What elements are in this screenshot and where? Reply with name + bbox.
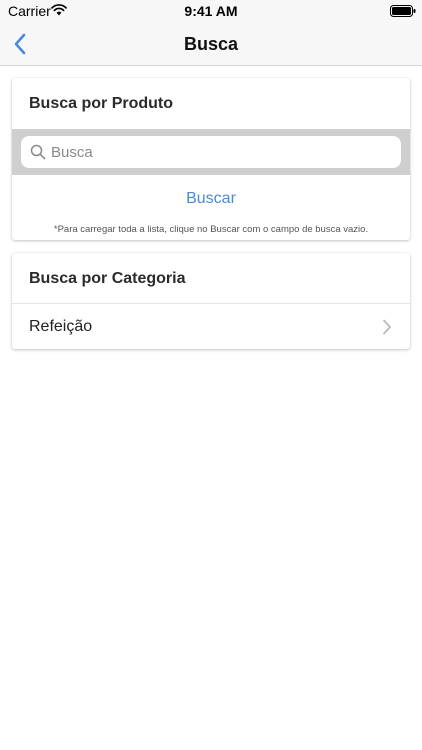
category-search-card: Busca por Categoria Refeição <box>12 253 410 349</box>
chevron-left-icon <box>14 33 26 55</box>
category-item-label: Refeição <box>29 318 93 335</box>
search-bar <box>12 129 410 175</box>
battery-icon <box>390 5 416 17</box>
search-button[interactable]: Buscar <box>12 186 410 212</box>
search-field[interactable] <box>21 136 401 168</box>
search-icon <box>30 144 46 160</box>
page-title: Busca <box>183 34 239 54</box>
back-button[interactable] <box>4 28 36 60</box>
product-search-card: Busca por Produto Buscar *Para carregar … <box>12 78 410 240</box>
product-search-header: Busca por Produto <box>29 95 174 112</box>
search-input[interactable] <box>51 136 391 168</box>
category-search-header: Busca por Categoria <box>29 270 186 287</box>
chevron-right-icon <box>383 319 391 335</box>
status-bar: Carrier 9:41 AM <box>0 0 422 22</box>
clock: 9:41 AM <box>184 3 238 19</box>
category-item-refeicao[interactable]: Refeição <box>12 304 410 349</box>
search-hint: *Para carregar toda a lista, clique no B… <box>53 224 369 235</box>
navigation-bar: Busca <box>0 22 422 66</box>
